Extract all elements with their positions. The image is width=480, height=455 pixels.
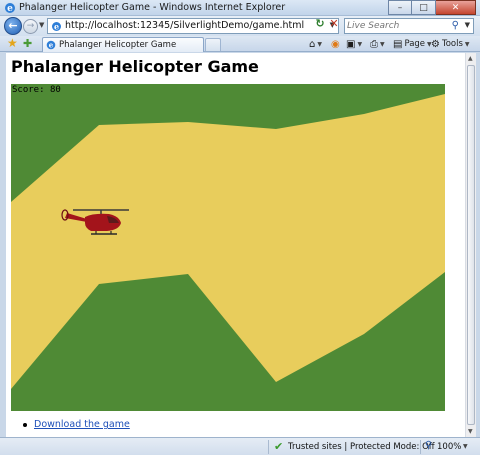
page-menu[interactable]: ▤ Page ▼ [393,37,432,51]
minimize-button[interactable]: – [388,0,412,15]
address-bar: ← → ▼ e http://localhost:12345/Silverlig… [0,16,480,36]
add-favorites-icon[interactable]: ✚ [23,36,32,51]
window-titlebar: e Phalanger Helicopter Game - Windows In… [0,0,480,16]
chevron-down-icon: ▼ [464,40,470,48]
window-title: Phalanger Helicopter Game - Windows Inte… [19,2,286,13]
tab-label: Phalanger Helicopter Game [59,40,177,50]
stop-icon[interactable]: ✕ [328,18,340,30]
score-display: Score: 80 [12,85,61,95]
forward-arrow-icon[interactable]: → [23,19,38,34]
ie-icon: e [46,41,56,50]
score-label: Score: [12,85,45,95]
game-canvas[interactable]: Score: 80 [11,84,445,411]
home-button[interactable]: ⌂ ▼ [309,37,322,51]
vertical-scrollbar[interactable]: ▲ ▼ [465,53,476,437]
scroll-down-icon[interactable]: ▼ [468,428,473,435]
tools-icon: ⚙ [431,38,440,50]
game-scene [11,94,445,389]
window-controls: – □ ✕ [388,0,476,15]
scroll-up-icon[interactable]: ▲ [468,55,473,62]
chevron-down-icon: ▼ [380,40,385,48]
read-mail-button[interactable]: ▣ ▼ [346,37,362,51]
search-icon[interactable]: ⚲ [452,20,459,31]
zoom-level[interactable]: 100% [437,442,461,452]
page-icon: ▤ [393,38,403,50]
page-viewport: Phalanger Helicopter Game Score: 80 Down… [6,53,465,437]
search-box[interactable]: ⚲ ▼ [344,18,474,34]
chevron-down-icon[interactable]: ▼ [463,443,468,450]
tools-menu[interactable]: ⚙ Tools ▼ [431,37,470,51]
score-value: 80 [49,85,61,95]
chevron-down-icon: ▼ [357,40,363,48]
mail-icon: ▣ [346,38,356,50]
chevron-down-icon: ▼ [317,40,322,48]
list-item: Download the game [22,419,130,430]
flight-corridor [11,94,445,389]
tools-menu-label: Tools [441,39,463,49]
scroll-thumb[interactable] [467,65,475,425]
tab-game[interactable]: e Phalanger Helicopter Game [42,37,204,52]
maximize-button[interactable]: □ [412,0,436,15]
security-zone-text[interactable]: Trusted sites | Protected Mode: Off [288,442,435,452]
print-icon: ⎙ [370,38,378,50]
feeds-icon: ◉ [331,38,340,50]
back-arrow-icon[interactable]: ← [4,17,22,35]
download-link[interactable]: Download the game [34,419,130,430]
svg-text:e: e [7,4,13,14]
close-button[interactable]: ✕ [436,0,476,15]
trusted-check-icon: ✔ [274,440,284,453]
new-tab-button[interactable] [205,38,221,51]
status-divider [420,440,421,454]
links-list: Download the game [22,419,130,430]
page-title: Phalanger Helicopter Game [11,57,259,76]
recent-pages-dropdown[interactable]: ▼ [39,21,44,29]
zoom-icon[interactable]: ⚲ [425,440,432,451]
search-provider-dropdown[interactable]: ▼ [465,21,470,29]
favorites-star-icon[interactable]: ★ [7,36,18,51]
status-bar: ✔ Trusted sites | Protected Mode: Off ⚲ … [0,437,480,455]
page-favicon-icon: e [52,21,61,31]
refresh-icon[interactable]: ↻ [314,18,326,30]
print-button[interactable]: ⎙ ▼ [370,37,385,51]
feeds-button[interactable]: ◉ [331,37,340,51]
page-menu-label: Page [404,39,426,49]
svg-text:e: e [54,21,59,31]
status-divider [268,440,269,454]
svg-text:e: e [49,41,54,50]
home-icon: ⌂ [309,38,316,50]
bullet [23,423,27,427]
search-input[interactable] [347,20,442,32]
url-field[interactable]: e http://localhost:12345/SilverlightDemo… [47,18,339,34]
tab-toolbar: ★ ✚ e Phalanger Helicopter Game ⌂ ▼ ◉ ▣ … [0,36,480,52]
url-text[interactable]: http://localhost:12345/SilverlightDemo/g… [65,20,304,31]
ie-icon: e [5,3,15,14]
